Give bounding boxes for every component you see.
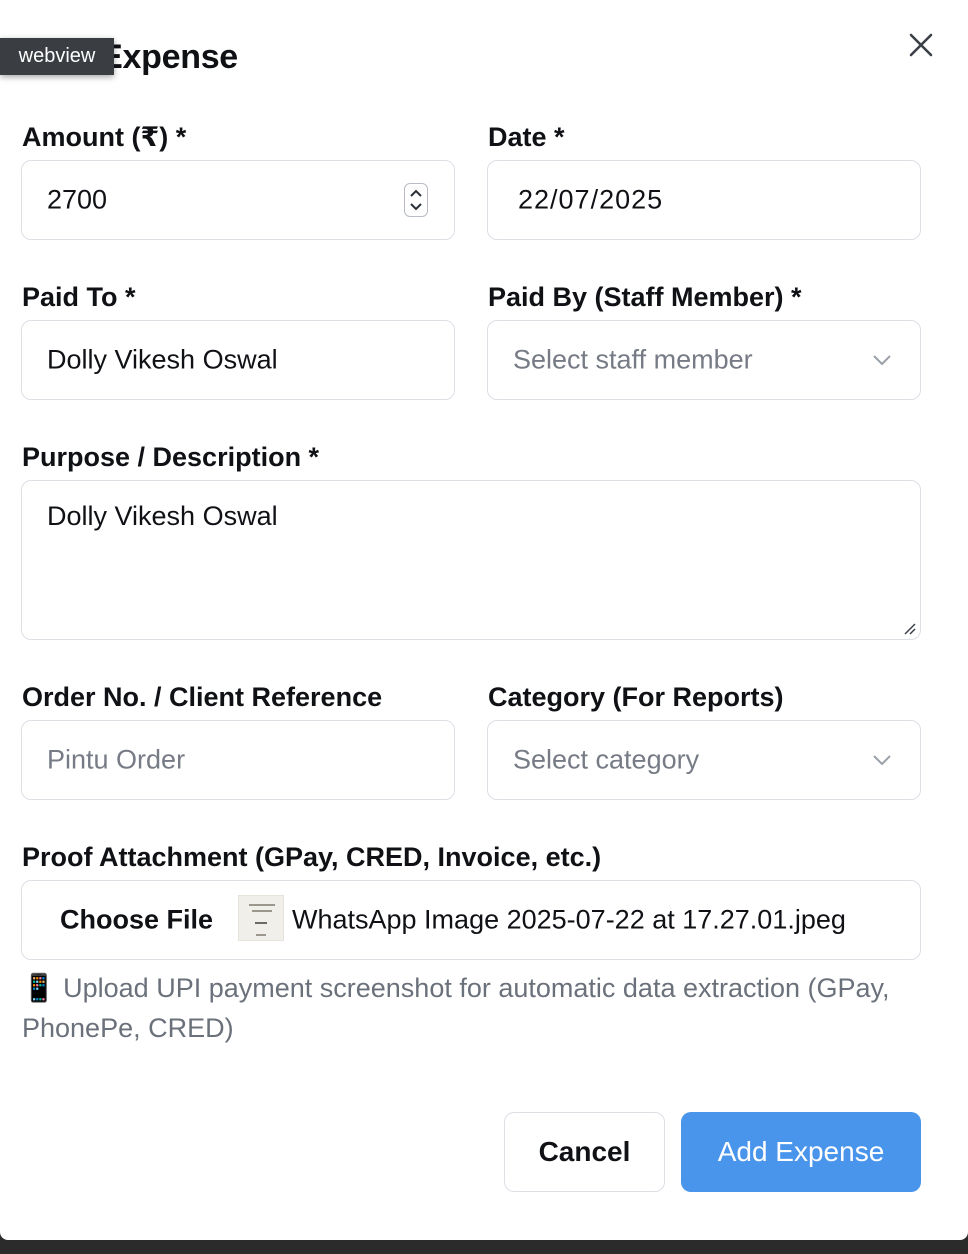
- date-value: 22/07/2025: [518, 184, 664, 215]
- date-input[interactable]: 22/07/2025: [487, 160, 921, 240]
- category-label: Category (For Reports): [488, 682, 784, 712]
- category-placeholder: Select category: [513, 744, 700, 775]
- file-name: WhatsApp Image 2025-07-22 at 17.27.01.jp…: [292, 904, 846, 935]
- webview-tooltip: webview: [0, 38, 114, 75]
- upload-hint-text: Upload UPI payment screenshot for automa…: [22, 973, 890, 1043]
- paid-by-select[interactable]: Select staff member: [487, 320, 921, 400]
- paid-by-placeholder: Select staff member: [513, 344, 753, 375]
- paid-to-input[interactable]: Dolly Vikesh Oswal: [21, 320, 455, 400]
- amount-value: 2700: [47, 184, 108, 215]
- proof-label: Proof Attachment (GPay, CRED, Invoice, e…: [22, 842, 602, 872]
- resize-handle-icon[interactable]: [902, 621, 916, 635]
- amount-label: Amount (₹) *: [22, 122, 187, 152]
- order-ref-label: Order No. / Client Reference: [22, 682, 383, 712]
- file-thumbnail: [238, 895, 284, 941]
- choose-file-button[interactable]: Choose File: [60, 905, 213, 936]
- phone-icon: 📱: [22, 973, 56, 1003]
- new-expense-dialog: New Expense webview Amount (₹) * 2700 Da…: [0, 0, 968, 1240]
- amount-input[interactable]: 2700: [21, 160, 455, 240]
- chevron-down-icon: [873, 355, 891, 366]
- proof-file-input[interactable]: Choose File WhatsApp Image 2025-07-22 at…: [21, 880, 921, 960]
- order-ref-input[interactable]: Pintu Order: [21, 720, 455, 800]
- number-spinner[interactable]: [404, 183, 428, 217]
- date-label: Date *: [488, 122, 565, 152]
- paid-by-label: Paid By (Staff Member) *: [488, 282, 802, 312]
- spinner-arrows-icon: [410, 189, 422, 211]
- chevron-down-icon: [873, 755, 891, 766]
- add-expense-button[interactable]: Add Expense: [681, 1112, 921, 1192]
- purpose-label: Purpose / Description *: [22, 442, 320, 472]
- close-icon[interactable]: [906, 30, 936, 60]
- cancel-button[interactable]: Cancel: [504, 1112, 665, 1192]
- category-select[interactable]: Select category: [487, 720, 921, 800]
- purpose-textarea[interactable]: Dolly Vikesh Oswal: [21, 480, 921, 640]
- order-ref-placeholder: Pintu Order: [47, 744, 186, 775]
- upload-hint: 📱 Upload UPI payment screenshot for auto…: [22, 968, 922, 1048]
- purpose-value: Dolly Vikesh Oswal: [47, 501, 278, 531]
- paid-to-label: Paid To *: [22, 282, 136, 312]
- paid-to-value: Dolly Vikesh Oswal: [47, 344, 278, 375]
